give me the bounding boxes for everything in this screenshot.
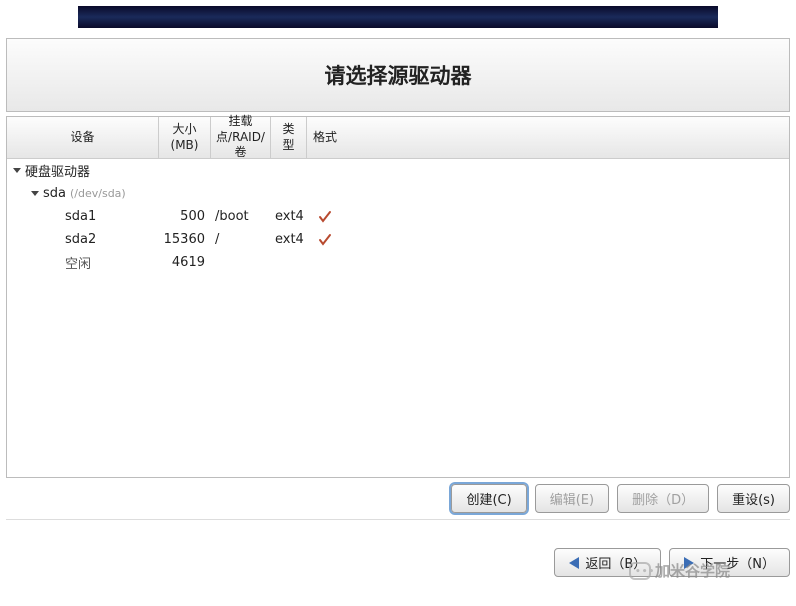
partition-size: 500 xyxy=(159,209,211,224)
partition-format xyxy=(307,232,343,248)
partition-type: ext4 xyxy=(271,209,307,224)
partition-mount: / xyxy=(211,232,271,247)
disk-row[interactable]: sda (/dev/sda) xyxy=(7,182,789,205)
title-panel: 请选择源驱动器 xyxy=(6,38,790,112)
disk-path: (/dev/sda) xyxy=(70,187,126,200)
reset-button[interactable]: 重设(s) xyxy=(717,484,790,513)
nav-buttons: 返回（B） 下一步（N） ••• 加米谷学院 xyxy=(6,548,790,577)
next-label: 下一步（N） xyxy=(700,553,775,572)
free-size: 4619 xyxy=(159,255,211,270)
action-buttons: 创建(C) 编辑(E) 删除（D） 重设(s) xyxy=(6,484,790,513)
col-type[interactable]: 类型 xyxy=(271,117,307,158)
back-label: 返回（B） xyxy=(585,553,646,572)
partition-name: sda1 xyxy=(7,209,159,224)
tree-root-row[interactable]: 硬盘驱动器 xyxy=(7,159,789,182)
chevron-down-icon[interactable] xyxy=(13,168,21,173)
col-mount[interactable]: 挂载点/RAID/卷 xyxy=(211,117,271,158)
table-header: 设备 大小(MB) 挂载点/RAID/卷 类型 格式 xyxy=(7,117,789,159)
chevron-down-icon[interactable] xyxy=(31,191,39,196)
checkmark-icon xyxy=(317,209,333,225)
arrow-left-icon xyxy=(569,557,579,569)
partition-mount: /boot xyxy=(211,209,271,224)
next-button[interactable]: 下一步（N） xyxy=(669,548,790,577)
col-device[interactable]: 设备 xyxy=(7,117,159,158)
partition-format xyxy=(307,209,343,225)
partition-row[interactable]: sda2 15360 / ext4 xyxy=(7,228,789,251)
divider xyxy=(6,519,790,520)
page-title: 请选择源驱动器 xyxy=(325,60,472,90)
edit-button: 编辑(E) xyxy=(535,484,609,513)
free-label: 空闲 xyxy=(7,253,159,272)
arrow-right-icon xyxy=(684,557,694,569)
partition-table: 设备 大小(MB) 挂载点/RAID/卷 类型 格式 硬盘驱动器 sda (/d… xyxy=(6,116,790,478)
back-button[interactable]: 返回（B） xyxy=(554,548,661,577)
partition-row[interactable]: sda1 500 /boot ext4 xyxy=(7,205,789,228)
partition-type: ext4 xyxy=(271,232,307,247)
table-body: 硬盘驱动器 sda (/dev/sda) sda1 500 /boot ext4… xyxy=(7,159,789,477)
create-button[interactable]: 创建(C) xyxy=(451,484,526,513)
col-size[interactable]: 大小(MB) xyxy=(159,117,211,158)
checkmark-icon xyxy=(317,232,333,248)
disk-name: sda xyxy=(43,186,66,201)
tree-root-label: 硬盘驱动器 xyxy=(25,161,90,180)
top-banner xyxy=(78,6,718,28)
free-space-row[interactable]: 空闲 4619 xyxy=(7,251,789,274)
partition-name: sda2 xyxy=(7,232,159,247)
partition-size: 15360 xyxy=(159,232,211,247)
delete-button: 删除（D） xyxy=(617,484,709,513)
col-format[interactable]: 格式 xyxy=(307,117,343,158)
